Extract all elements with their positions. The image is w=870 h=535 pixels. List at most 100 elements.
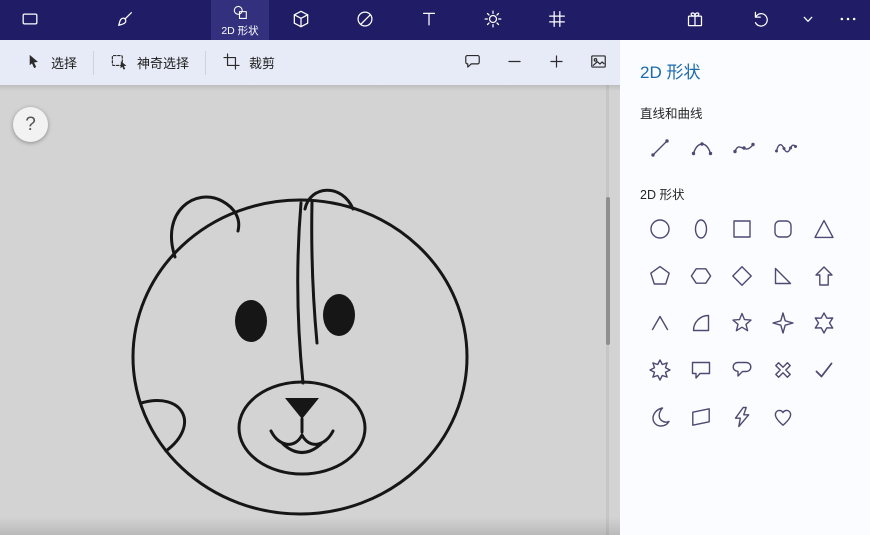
magic-select-icon	[110, 52, 129, 74]
shape-lightning[interactable]	[726, 403, 758, 433]
zoom-out-button[interactable]	[500, 49, 528, 77]
plus-icon	[547, 52, 566, 74]
topbar-library-button[interactable]	[675, 0, 715, 40]
star-5-icon	[730, 311, 754, 338]
hexagon-icon	[689, 264, 713, 291]
shape-pentagon[interactable]	[644, 262, 676, 292]
topbar-tab-effects[interactable]	[461, 0, 525, 40]
shapes-grid	[644, 215, 870, 433]
topbar-tab-canvas[interactable]	[525, 0, 589, 40]
burst-icon	[648, 358, 672, 385]
canvas-grid-icon	[547, 9, 567, 32]
star-6-icon	[812, 311, 836, 338]
canvas-area[interactable]: ?	[0, 85, 620, 535]
shape-speech-rectangle[interactable]	[685, 356, 717, 386]
shape-speech-round[interactable]	[726, 356, 758, 386]
main-area: 选择 神奇选择 裁剪 ? 2D 形状 直线和曲线 2D 形状	[0, 40, 870, 535]
paint3d-window: 2D 形状 选择 神奇选择 裁剪 ? 2D 形状 直线和曲线 2D 形状	[0, 0, 870, 535]
select-label: 选择	[51, 56, 78, 71]
shape-rounded-square[interactable]	[767, 215, 799, 245]
shape-banner[interactable]	[685, 403, 717, 433]
top-toolbar: 2D 形状	[0, 0, 870, 40]
shapes-2d-icon	[232, 4, 249, 24]
diamond-icon	[730, 264, 754, 291]
quarter-circle-icon	[689, 311, 713, 338]
topbar-tab-text[interactable]	[397, 0, 461, 40]
shape-right-triangle[interactable]	[767, 262, 799, 292]
right-triangle-icon	[771, 264, 795, 291]
crop-button[interactable]: 裁剪	[206, 40, 291, 85]
heart-icon	[771, 405, 795, 432]
shape-square[interactable]	[726, 215, 758, 245]
shape-cross[interactable]	[767, 356, 799, 386]
banner-icon	[689, 405, 713, 432]
shape-ellipse[interactable]	[685, 215, 717, 245]
shapes-section-label: 2D 形状	[640, 188, 685, 202]
circle-icon	[648, 217, 672, 244]
shape-star-4[interactable]	[767, 309, 799, 339]
chevron-down-icon	[798, 9, 818, 32]
star-4-icon	[771, 311, 795, 338]
line-tool-s-curve[interactable]	[728, 134, 760, 164]
shape-hexagon[interactable]	[685, 262, 717, 292]
sticker-icon	[355, 9, 375, 32]
shape-star-6[interactable]	[808, 309, 840, 339]
sun-icon	[483, 9, 503, 32]
check-icon	[812, 358, 836, 385]
crop-icon	[222, 52, 241, 74]
undo-icon	[750, 9, 770, 32]
line-tool-line[interactable]	[644, 134, 676, 164]
callout-button[interactable]	[458, 49, 486, 77]
lines-section-label: 直线和曲线	[640, 107, 703, 121]
shape-block-arrow-up[interactable]	[808, 262, 840, 292]
shape-check[interactable]	[808, 356, 840, 386]
block-arrow-up-icon	[812, 264, 836, 291]
line-tool-wave[interactable]	[770, 134, 802, 164]
shapes-panel: 2D 形状 直线和曲线 2D 形状	[620, 40, 870, 535]
panel-title: 2D 形状	[640, 63, 701, 82]
shape-circle[interactable]	[644, 215, 676, 245]
shape-diamond[interactable]	[726, 262, 758, 292]
shape-burst[interactable]	[644, 356, 676, 386]
zoom-fit-button[interactable]	[584, 49, 612, 77]
speech-round-icon	[730, 358, 754, 385]
topbar-dropdown-button[interactable]	[790, 0, 826, 40]
brush-icon	[115, 9, 135, 32]
minus-icon	[505, 52, 524, 74]
editor-column: 选择 神奇选择 裁剪 ?	[0, 40, 620, 535]
topbar-undo-button[interactable]	[740, 0, 780, 40]
topbar-tabs: 2D 形状	[0, 0, 589, 40]
shape-quarter-circle[interactable]	[685, 309, 717, 339]
vertical-scrollbar[interactable]	[606, 197, 610, 345]
topbar-more-button[interactable]	[828, 0, 868, 40]
crescent-icon	[648, 405, 672, 432]
shape-crescent[interactable]	[644, 403, 676, 433]
topbar-right-actions	[675, 0, 870, 40]
zoom-in-button[interactable]	[542, 49, 570, 77]
topbar-tab-shapes-2d[interactable]: 2D 形状	[211, 0, 269, 40]
topbar-tab-menu[interactable]	[10, 0, 50, 40]
topbar-tab-shapes-3d[interactable]	[269, 0, 333, 40]
pentagon-icon	[648, 264, 672, 291]
wave-icon	[774, 136, 798, 163]
topbar-tab-stickers[interactable]	[333, 0, 397, 40]
shape-heart[interactable]	[767, 403, 799, 433]
line-tool-curve[interactable]	[686, 134, 718, 164]
lightning-icon	[730, 405, 754, 432]
cross-icon	[771, 358, 795, 385]
shape-chevron[interactable]	[644, 309, 676, 339]
cursor-icon	[24, 52, 43, 74]
topbar-tab-label: 2D 形状	[221, 24, 259, 37]
topbar-tab-brushes[interactable]	[105, 0, 145, 40]
text-icon	[419, 9, 439, 32]
select-button[interactable]: 选择	[8, 40, 93, 85]
ellipse-icon	[689, 217, 713, 244]
shape-triangle[interactable]	[808, 215, 840, 245]
shape-star-5[interactable]	[726, 309, 758, 339]
magic-select-button[interactable]: 神奇选择	[94, 40, 205, 85]
triangle-icon	[812, 217, 836, 244]
curve-icon	[690, 136, 714, 163]
canvas-drawing-hamster	[131, 188, 469, 516]
chevron-icon	[648, 311, 672, 338]
callout-icon	[463, 52, 482, 74]
